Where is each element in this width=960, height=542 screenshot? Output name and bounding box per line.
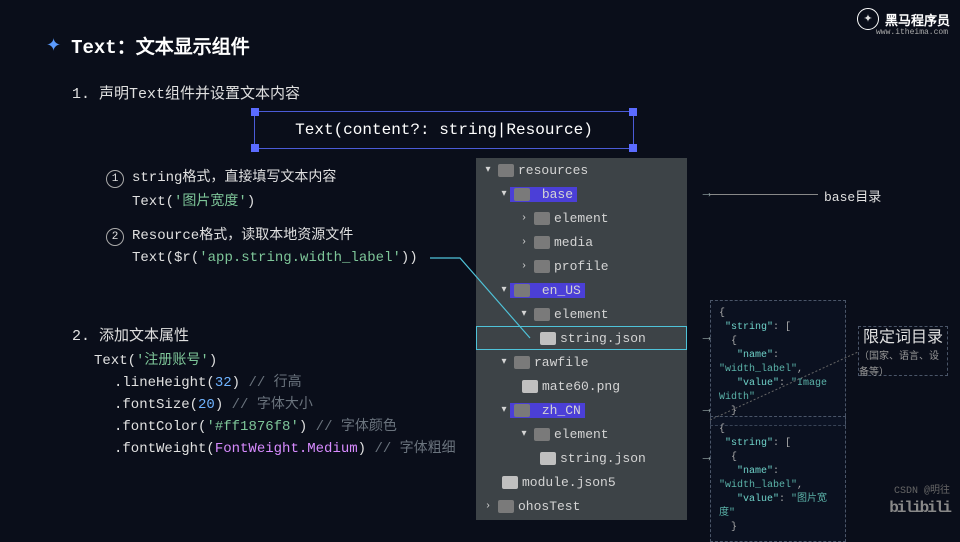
tree-en-string-json[interactable]: string.json→ [476,326,687,350]
chevron-down-icon: ▾ [482,164,494,176]
brand-logo: ✦ 黑马程序员 [857,8,950,30]
page-title-row: ✦ Text：文本显示组件 [46,32,250,59]
file-icon [540,452,556,465]
tree-base-media[interactable]: ›media [476,230,687,254]
file-icon [540,332,556,345]
folder-icon [534,428,550,441]
folder-icon [514,188,530,201]
logo-url: www.itheima.com [876,28,948,37]
file-icon [522,380,538,393]
logo-icon: ✦ [857,8,879,30]
chevron-down-icon: ▾ [518,428,530,440]
file-icon [502,476,518,489]
badge-1-icon: 1 [106,170,124,188]
folder-icon [514,356,530,369]
tree-ohostest[interactable]: ›ohosTest [476,494,687,518]
watermark-bilibili: bilibili [889,499,950,517]
chevron-down-icon: ▾ [498,188,510,200]
folder-icon [498,164,514,177]
chevron-down-icon: ▾ [498,356,510,368]
chevron-right-icon: › [518,213,530,224]
folder-icon [534,260,550,273]
page-title: Text：文本显示组件 [71,32,250,59]
file-tree-panel: ▾resources ▾ base→ ›element ›media ›prof… [476,158,687,520]
folder-icon [534,308,550,321]
tree-base-element[interactable]: ›element [476,206,687,230]
chevron-down-icon: ▾ [518,308,530,320]
annotation-line [710,194,818,195]
folder-icon [514,404,530,417]
chevron-right-icon: › [518,261,530,272]
folder-icon [534,236,550,249]
api-signature: Text(content?: string|Resource) [254,111,634,149]
logo-text: 黑马程序员 [885,10,950,29]
title-diamond-icon: ✦ [46,35,61,57]
annotation-base-dir: base目录 [824,186,881,205]
tree-en-element[interactable]: ▾element [476,302,687,326]
tree-base[interactable]: ▾ base→ [476,182,687,206]
tree-zh-element[interactable]: ▾element [476,422,687,446]
tree-en-us[interactable]: ▾ en_US [476,278,687,302]
code-example-2: Text($r('app.string.width_label')) [132,250,418,266]
watermark-csdn: CSDN @明往 [894,481,950,497]
badge-2-icon: 2 [106,228,124,246]
chevron-right-icon: › [518,237,530,248]
code-block-attributes: Text('注册账号') .lineHeight(32) // 行高 .font… [94,350,456,460]
tree-zh-string-json[interactable]: string.json→ [476,446,687,470]
tree-resources[interactable]: ▾resources [476,158,687,182]
code-example-1: Text('图片宽度') [132,190,255,210]
chevron-right-icon: › [482,501,494,512]
item-1: 1string格式，直接填写文本内容 [106,166,336,188]
section-2-heading: 2. 添加文本属性 [72,324,189,345]
json-preview-zh: { "string": [ { "name": "width_label", "… [710,416,846,542]
chevron-down-icon: ▾ [498,404,510,416]
section-1-heading: 1. 声明Text组件并设置文本内容 [72,82,300,103]
tree-module-json5[interactable]: module.json5 [476,470,687,494]
folder-icon [514,284,530,297]
chevron-down-icon: ▾ [498,284,510,296]
tree-zh-cn[interactable]: ▾ zh_CN→ [476,398,687,422]
tree-base-profile[interactable]: ›profile [476,254,687,278]
folder-icon [534,212,550,225]
tree-rawfile[interactable]: ▾rawfile [476,350,687,374]
annotation-limited-dir: 限定词目录 （国家、语言、设备等） [858,326,948,376]
folder-icon [498,500,514,513]
tree-mate60-png[interactable]: mate60.png [476,374,687,398]
json-preview-en: { "string": [ { "name": "width_label", "… [710,300,846,426]
item-2: 2Resource格式，读取本地资源文件 [106,224,353,246]
